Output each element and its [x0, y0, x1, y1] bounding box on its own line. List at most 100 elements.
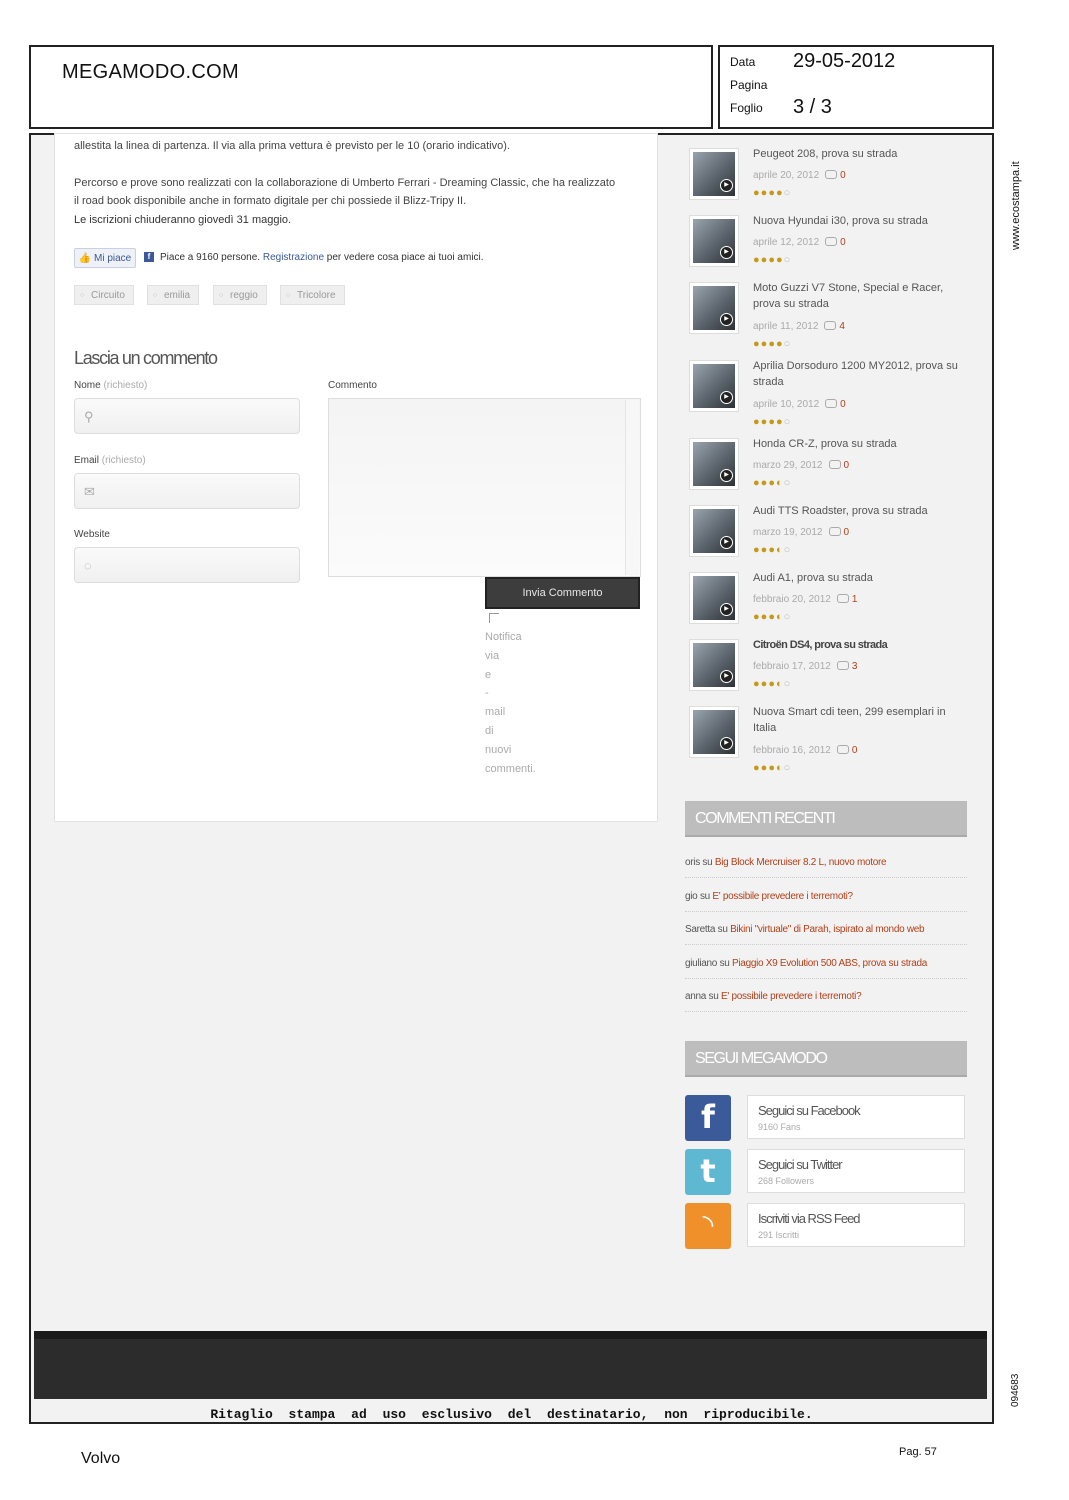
foglio-value: 3 / 3: [793, 96, 832, 118]
comment-bubble-icon: [824, 321, 837, 330]
post-comment-count[interactable]: 0: [852, 745, 858, 756]
comment-author[interactable]: gio: [685, 891, 698, 902]
comment-author[interactable]: giuliano: [685, 958, 717, 969]
post-title[interactable]: Nuova Smart cdi teen, 299 esemplari in I…: [753, 704, 965, 736]
post-comment-count[interactable]: 0: [840, 399, 846, 410]
post-meta: marzo 29, 2012 0: [753, 460, 849, 471]
post-title[interactable]: Moto Guzzi V7 Stone, Special e Racer, pr…: [753, 280, 965, 312]
post-thumbnail[interactable]: ▶: [689, 572, 739, 624]
post-comment-count[interactable]: 0: [840, 237, 846, 248]
star-icon: ●: [768, 544, 776, 556]
post-thumbnail[interactable]: ▶: [689, 505, 739, 557]
rss-icon[interactable]: ◝: [685, 1203, 731, 1249]
follow-item[interactable]: f Seguici su Facebook 9160 Fans: [685, 1095, 967, 1141]
facebook-icon[interactable]: f: [685, 1095, 731, 1141]
recent-comment: giuliano su Piaggio X9 Evolution 500 ABS…: [685, 958, 967, 979]
post-thumbnail[interactable]: ▶: [689, 706, 739, 758]
post-thumbnail[interactable]: ▶: [689, 148, 739, 200]
facebook-like-button[interactable]: 👍 Mi piace: [74, 248, 136, 268]
twitter-icon[interactable]: t: [685, 1149, 731, 1195]
post-thumbnail[interactable]: ▶: [689, 215, 739, 267]
comment-author[interactable]: anna: [685, 991, 706, 1002]
website-label: Website: [74, 529, 110, 540]
star-icon: ●: [753, 187, 761, 199]
comment-post-link[interactable]: Bikini "virtuale" di Parah, ispirato al …: [730, 924, 924, 935]
comment-author[interactable]: oris: [685, 857, 700, 868]
follow-box[interactable]: Seguici su Twitter 268 Followers: [747, 1149, 965, 1193]
comment-post-link[interactable]: Piaggio X9 Evolution 500 ABS, prova su s…: [732, 958, 927, 969]
textarea-scrollbar[interactable]: [625, 400, 639, 575]
like-button-label: Mi piace: [93, 253, 132, 264]
comment-post-link[interactable]: E' possibile prevedere i terremoti?: [721, 991, 862, 1002]
post-title[interactable]: Audi TTS Roadster, prova su strada: [753, 503, 965, 519]
comment-author[interactable]: Saretta: [685, 924, 715, 935]
post-date: aprile 10, 2012: [753, 399, 820, 410]
star-icon: ○: [783, 416, 792, 428]
tag-emilia[interactable]: emilia: [147, 285, 200, 306]
play-icon: ▶: [720, 179, 733, 192]
follow-label: Seguici su Twitter: [758, 1157, 843, 1172]
post-thumbnail[interactable]: ▶: [689, 282, 739, 334]
star-icon: ○: [783, 544, 792, 556]
tag-reggio[interactable]: reggio: [213, 285, 267, 306]
notify-checkbox[interactable]: [489, 613, 499, 623]
comment-textarea[interactable]: [328, 398, 641, 577]
star-icon: ○: [783, 187, 792, 199]
post-comment-count[interactable]: 0: [840, 170, 846, 181]
comment-bubble-icon: [825, 399, 838, 408]
follow-item[interactable]: ◝ Iscriviti via RSS Feed 291 Iscritti: [685, 1203, 967, 1249]
website-field[interactable]: ◌: [74, 547, 300, 583]
notify-label: Notifica via e - mail di nuovi commenti.: [485, 628, 536, 778]
rating-stars: ●●●●○: [753, 416, 791, 428]
notify-word: mail: [485, 706, 506, 719]
follow-box[interactable]: Seguici su Facebook 9160 Fans: [747, 1095, 965, 1139]
tag-circuito[interactable]: Circuito: [74, 285, 134, 306]
follow-box[interactable]: Iscriviti via RSS Feed 291 Iscritti: [747, 1203, 965, 1247]
play-icon: ▶: [720, 603, 733, 616]
post-title[interactable]: Aprilia Dorsoduro 1200 MY2012, prova su …: [753, 358, 965, 390]
star-icon: ●: [775, 338, 784, 350]
post-meta: febbraio 17, 2012 3: [753, 661, 857, 672]
name-field[interactable]: ⚲: [74, 398, 300, 434]
post-comment-count[interactable]: 0: [844, 460, 850, 471]
tag-tricolore[interactable]: Tricolore: [280, 285, 345, 306]
submit-comment-button[interactable]: Invia Commento: [485, 577, 640, 609]
post-date: marzo 19, 2012: [753, 527, 823, 538]
post-comment-count[interactable]: 4: [839, 321, 845, 332]
play-icon: ▶: [720, 536, 733, 549]
play-icon: ▶: [720, 737, 733, 750]
post-thumbnail[interactable]: ▶: [689, 438, 739, 490]
post-comment-count[interactable]: 3: [852, 661, 858, 672]
star-icon: ●: [775, 416, 784, 428]
date-label: Data: [730, 55, 756, 69]
comment-post-link[interactable]: E' possibile prevedere i terremoti?: [712, 891, 853, 902]
comment-post-link[interactable]: Big Block Mercruiser 8.2 L, nuovo motore: [715, 857, 887, 868]
follow-label: Iscriviti via RSS Feed: [758, 1211, 861, 1226]
email-field[interactable]: ✉: [74, 473, 300, 509]
disclaimer: Ritaglio stampa ad uso esclusivo del des…: [210, 1407, 813, 1422]
post-title[interactable]: Audi A1, prova su strada: [753, 570, 965, 586]
post-title[interactable]: Peugeot 208, prova su strada: [753, 146, 965, 162]
name-label: Nome (richiesto): [74, 380, 147, 391]
post-comment-count[interactable]: 1: [852, 594, 858, 605]
star-icon: ●: [768, 254, 776, 266]
star-icon: ○: [783, 611, 792, 623]
post-date: febbraio 17, 2012: [753, 661, 831, 672]
post-comment-count[interactable]: 0: [844, 527, 850, 538]
rating-stars: ●●●◐○: [753, 477, 791, 489]
post-thumbnail[interactable]: ▶: [689, 639, 739, 691]
post-title[interactable]: Citroën DS4, prova su strada: [753, 637, 965, 653]
comment-bubble-icon: [828, 460, 841, 469]
recent-comment: anna su E' possibile prevedere i terremo…: [685, 991, 967, 1012]
like-text-post: per vedere cosa piace ai tuoi amici.: [326, 252, 484, 263]
register-link[interactable]: Registrazione: [263, 252, 324, 263]
comment-bubble-icon: [825, 237, 838, 246]
email-label: Email (richiesto): [74, 455, 146, 466]
article-text-line: Le iscrizioni chiuderanno giovedì 31 mag…: [74, 214, 292, 226]
post-thumbnail[interactable]: ▶: [689, 360, 739, 412]
follow-item[interactable]: t Seguici su Twitter 268 Followers: [685, 1149, 967, 1195]
star-icon: ●: [768, 678, 776, 690]
required-hint: (richiesto): [103, 380, 148, 391]
post-title[interactable]: Honda CR-Z, prova su strada: [753, 436, 965, 452]
post-title[interactable]: Nuova Hyundai i30, prova su strada: [753, 213, 965, 229]
